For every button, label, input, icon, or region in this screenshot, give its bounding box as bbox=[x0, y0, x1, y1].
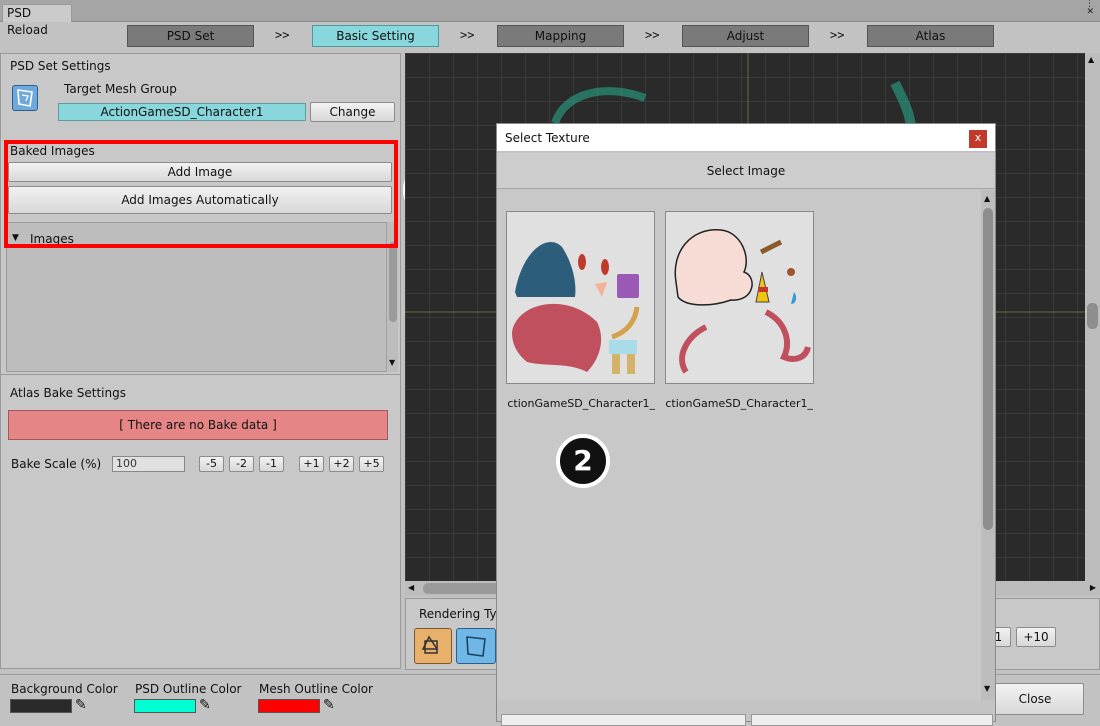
callout-2: 2 bbox=[556, 434, 610, 488]
highlight-box bbox=[4, 140, 398, 248]
change-button[interactable]: Change bbox=[310, 102, 395, 122]
mesh-group-icon bbox=[12, 85, 38, 111]
texture-name: ctionGameSD_Character1_ bbox=[665, 397, 813, 410]
zoom-plus-10-button[interactable]: +10 bbox=[1016, 627, 1056, 647]
step-basic-setting[interactable]: Basic Setting bbox=[312, 25, 439, 47]
step-arrow: >> bbox=[275, 28, 290, 42]
psd-outline-color-label: PSD Outline Color bbox=[135, 682, 242, 696]
mesh-outline-color-label: Mesh Outline Color bbox=[259, 682, 373, 696]
dialog-close-icon[interactable]: x bbox=[969, 130, 987, 148]
scale-minus-1-button[interactable]: -1 bbox=[259, 456, 284, 472]
step-arrow: >> bbox=[830, 28, 845, 42]
step-atlas[interactable]: Atlas bbox=[867, 25, 994, 47]
psd-set-settings-title: PSD Set Settings bbox=[10, 59, 111, 73]
viewport-vertical-scrollbar[interactable]: ▲ bbox=[1085, 53, 1100, 581]
render-mode-outline-button[interactable] bbox=[414, 628, 452, 664]
close-icon[interactable]: ✕ bbox=[1085, 8, 1094, 17]
scale-minus-2-button[interactable]: -2 bbox=[229, 456, 254, 472]
texture-thumbnail[interactable] bbox=[665, 211, 814, 384]
render-mode-mesh-button[interactable] bbox=[456, 628, 496, 664]
window-controls[interactable]: ⋮ ✕ bbox=[1085, 0, 1094, 17]
divider bbox=[0, 374, 400, 375]
step-psd-set[interactable]: PSD Set bbox=[127, 25, 254, 47]
scrollbar-thumb[interactable] bbox=[1087, 303, 1098, 329]
mesh-outline-color-swatch[interactable] bbox=[258, 699, 320, 713]
close-button[interactable]: Close bbox=[986, 683, 1084, 715]
scrollbar-thumb[interactable] bbox=[423, 583, 503, 594]
no-bake-data-banner: [ There are no Bake data ] bbox=[8, 410, 388, 440]
select-texture-dialog: Select Texture x Select Image ctionGameS… bbox=[496, 123, 996, 726]
psd-outline-color-swatch[interactable] bbox=[134, 699, 196, 713]
step-arrow: >> bbox=[460, 28, 475, 42]
step-mapping[interactable]: Mapping bbox=[497, 25, 624, 47]
dialog-select-button[interactable] bbox=[501, 714, 746, 726]
atlas-bake-settings-title: Atlas Bake Settings bbox=[10, 386, 126, 400]
image-grid: ctionGameSD_Character1_ ctionGameSD_Char… bbox=[497, 190, 981, 700]
background-color-label: Background Color bbox=[11, 682, 118, 696]
bake-scale-label: Bake Scale (%) bbox=[11, 457, 102, 471]
window-tab-bar bbox=[0, 0, 1100, 22]
dialog-cancel-button[interactable] bbox=[751, 714, 993, 726]
step-adjust[interactable]: Adjust bbox=[682, 25, 809, 47]
scale-minus-5-button[interactable]: -5 bbox=[199, 456, 224, 472]
scroll-down-icon[interactable]: ▼ bbox=[389, 358, 395, 367]
scroll-down-icon[interactable]: ▼ bbox=[984, 684, 990, 693]
scroll-left-icon[interactable]: ◀ bbox=[408, 583, 414, 592]
eyedropper-icon[interactable]: ✎ bbox=[323, 697, 335, 713]
step-arrow: >> bbox=[645, 28, 660, 42]
background-color-swatch[interactable] bbox=[10, 699, 72, 713]
scale-plus-1-button[interactable]: +1 bbox=[299, 456, 324, 472]
rendering-type-label: Rendering Ty bbox=[419, 607, 497, 621]
eyedropper-icon[interactable]: ✎ bbox=[75, 697, 87, 713]
dialog-title: Select Texture bbox=[497, 124, 995, 152]
scroll-up-icon[interactable]: ▲ bbox=[1088, 55, 1094, 64]
bake-scale-input[interactable]: 100 bbox=[112, 456, 185, 472]
eyedropper-icon[interactable]: ✎ bbox=[199, 697, 211, 713]
target-mesh-group-field[interactable]: ActionGameSD_Character1 bbox=[58, 103, 306, 121]
texture-name: ctionGameSD_Character1_ bbox=[507, 397, 655, 410]
window-tab[interactable]: PSD Reload bbox=[2, 4, 72, 37]
scroll-up-icon[interactable]: ▲ bbox=[984, 194, 990, 203]
scale-plus-2-button[interactable]: +2 bbox=[329, 456, 354, 472]
scrollbar-thumb[interactable] bbox=[983, 208, 993, 530]
texture-thumbnail[interactable] bbox=[506, 211, 655, 384]
dialog-scrollbar[interactable]: ▲ ▼ bbox=[981, 190, 995, 700]
scroll-right-icon[interactable]: ▶ bbox=[1090, 583, 1096, 592]
scrollbar-thumb[interactable] bbox=[389, 242, 397, 322]
scale-plus-5-button[interactable]: +5 bbox=[359, 456, 384, 472]
target-mesh-group-label: Target Mesh Group bbox=[64, 82, 177, 96]
select-image-header: Select Image bbox=[497, 153, 995, 189]
